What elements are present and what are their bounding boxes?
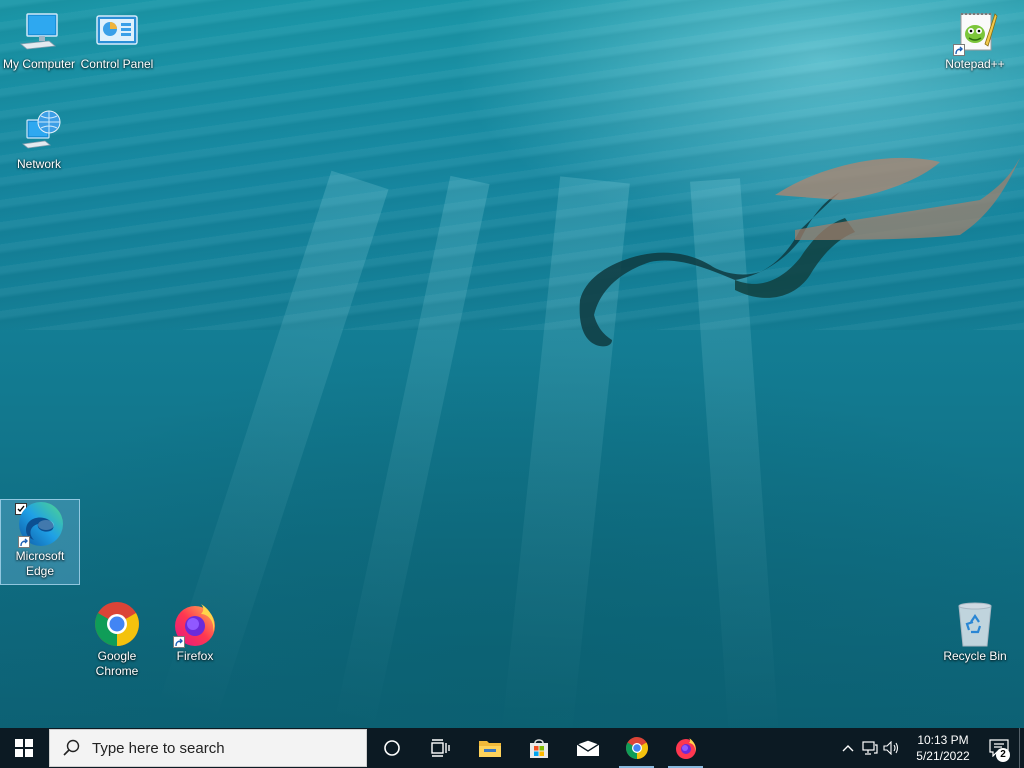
network-status-button[interactable] bbox=[859, 728, 881, 768]
file-explorer-button[interactable] bbox=[465, 728, 514, 768]
desktop-icon-recycle-bin[interactable]: Recycle Bin bbox=[936, 600, 1014, 664]
network-status-icon bbox=[862, 741, 878, 755]
cortana-button[interactable] bbox=[367, 728, 416, 768]
microsoft-store-button[interactable] bbox=[514, 728, 563, 768]
mail-button[interactable] bbox=[563, 728, 612, 768]
my-computer-icon bbox=[15, 8, 63, 56]
circle-icon bbox=[383, 740, 400, 756]
clock[interactable]: 10:13 PM 5/21/2022 bbox=[907, 732, 979, 764]
control-panel-icon bbox=[93, 8, 141, 56]
firefox-icon bbox=[675, 738, 696, 759]
firefox-icon bbox=[171, 600, 219, 648]
desktop-icon-label: Notepad++ bbox=[945, 57, 1005, 71]
desktop-icon-label: Firefox bbox=[176, 649, 214, 663]
show-desktop-button[interactable] bbox=[1019, 728, 1024, 768]
show-hidden-icons-button[interactable] bbox=[837, 728, 859, 768]
clock-time: 10:13 PM bbox=[917, 733, 969, 747]
desktop-icon-label: My Computer bbox=[2, 57, 76, 71]
chrome-icon bbox=[625, 737, 648, 759]
mail-icon bbox=[575, 739, 600, 756]
shortcut-arrow-icon bbox=[953, 44, 965, 56]
search-icon bbox=[63, 739, 80, 756]
start-button[interactable] bbox=[0, 728, 48, 768]
desktop-icon-google-chrome[interactable]: Google Chrome bbox=[78, 600, 156, 679]
task-view-button[interactable] bbox=[416, 728, 465, 768]
task-view-icon bbox=[430, 739, 450, 757]
desktop-icon-microsoft-edge[interactable]: Microsoft Edge bbox=[0, 499, 80, 585]
shortcut-arrow-icon bbox=[173, 636, 185, 648]
chevron-up-icon bbox=[842, 745, 854, 752]
action-center-button[interactable]: 2 bbox=[979, 728, 1019, 768]
clock-date: 5/21/2022 bbox=[916, 749, 970, 763]
windows-start-icon bbox=[15, 739, 33, 757]
desktop-icon-label: Recycle Bin bbox=[943, 649, 1007, 663]
volume-button[interactable] bbox=[881, 728, 903, 768]
desktop-icon-network[interactable]: Network bbox=[0, 108, 78, 172]
microsoft-edge-icon bbox=[16, 500, 64, 548]
notification-count-badge: 2 bbox=[996, 748, 1010, 762]
system-tray: 10:13 PM 5/21/2022 2 bbox=[837, 728, 1024, 768]
desktop-icon-control-panel[interactable]: Control Panel bbox=[78, 8, 156, 72]
desktop-icon-label: Control Panel bbox=[80, 57, 154, 71]
desktop-icon-notepad-plus-plus[interactable]: Notepad++ bbox=[936, 8, 1014, 72]
speaker-icon bbox=[883, 741, 899, 755]
firefox-taskbar-button[interactable] bbox=[661, 728, 710, 768]
store-bag-icon bbox=[529, 739, 548, 758]
notepad-plus-plus-icon bbox=[951, 8, 999, 56]
swimmer-silhouette bbox=[579, 157, 1020, 347]
recycle-bin-icon bbox=[951, 600, 999, 648]
taskbar-search-box[interactable]: Type here to search bbox=[49, 729, 367, 767]
taskbar: Type here to search 10:13 PM 5/21/2022 2 bbox=[0, 728, 1024, 768]
desktop-icon-label: Network bbox=[16, 157, 61, 171]
desktop-icon-my-computer[interactable]: My Computer bbox=[0, 8, 78, 72]
shortcut-arrow-icon bbox=[18, 536, 30, 548]
network-icon bbox=[15, 108, 63, 156]
google-chrome-icon bbox=[93, 600, 141, 648]
search-placeholder: Type here to search bbox=[92, 739, 225, 757]
desktop-icon-label: Microsoft Edge bbox=[15, 549, 65, 578]
chrome-taskbar-button[interactable] bbox=[612, 728, 661, 768]
desktop-icon-label: Google Chrome bbox=[95, 649, 139, 678]
desktop-icon-firefox[interactable]: Firefox bbox=[156, 600, 234, 664]
folder-icon bbox=[478, 741, 501, 757]
desktop[interactable]: My Computer Control Panel Network Notepa… bbox=[0, 0, 1024, 728]
